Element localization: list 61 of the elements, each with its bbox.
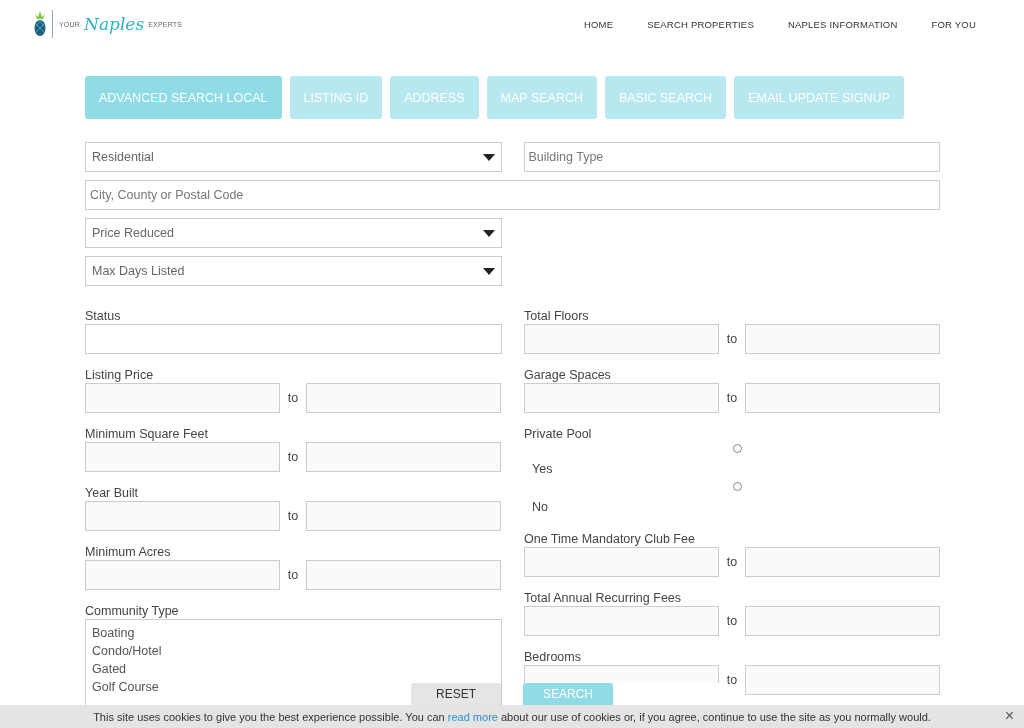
radio-label: No bbox=[532, 500, 548, 514]
list-option[interactable]: Gated bbox=[92, 662, 127, 676]
reset-button[interactable]: RESET bbox=[411, 683, 501, 705]
building-type-input[interactable]: Building Type bbox=[523, 142, 940, 172]
min-input[interactable] bbox=[524, 665, 719, 683]
field-label: Status bbox=[85, 308, 121, 324]
dropdown-caret-icon bbox=[482, 153, 495, 161]
nav-link[interactable]: HOME bbox=[583, 18, 614, 30]
min-input[interactable] bbox=[524, 547, 719, 577]
field-label: Minimum Square Feet bbox=[85, 426, 208, 442]
field-label: Listing Price bbox=[85, 367, 154, 383]
max-input[interactable] bbox=[745, 606, 940, 636]
min-input[interactable] bbox=[524, 606, 719, 636]
max-input[interactable] bbox=[745, 547, 940, 577]
min-input[interactable] bbox=[524, 324, 719, 354]
to-label: to bbox=[725, 614, 739, 628]
to-label: to bbox=[725, 332, 739, 346]
price-reduced-select[interactable]: Price Reduced bbox=[85, 218, 502, 248]
field-label: One Time Mandatory Club Fee bbox=[524, 531, 695, 547]
location-input[interactable]: City, County or Postal Code bbox=[85, 180, 940, 210]
to-label: to bbox=[286, 391, 300, 405]
min-input[interactable] bbox=[85, 442, 280, 472]
status-input[interactable] bbox=[85, 324, 502, 354]
min-input[interactable] bbox=[85, 560, 280, 590]
nav-link[interactable]: FOR YOU bbox=[931, 18, 976, 30]
dropdown-caret-icon bbox=[483, 267, 495, 275]
nav-link[interactable]: NAPLES INFORMATION bbox=[787, 18, 898, 30]
min-input[interactable] bbox=[85, 501, 280, 531]
field-label: Garage Spaces bbox=[524, 367, 611, 383]
list-option[interactable]: Boating bbox=[92, 626, 135, 640]
to-label: to bbox=[725, 673, 739, 687]
pineapple-icon bbox=[34, 11, 46, 37]
list-option[interactable]: Condo/Hotel bbox=[92, 644, 162, 658]
to-label: to bbox=[725, 555, 739, 569]
max-input[interactable] bbox=[306, 442, 501, 472]
max-days-select[interactable]: Max Days Listed bbox=[85, 256, 502, 286]
logo-script-text: Naples bbox=[84, 14, 145, 34]
to-label: to bbox=[286, 450, 300, 464]
field-label: Private Pool bbox=[524, 426, 592, 442]
radio-label: Yes bbox=[532, 462, 553, 476]
to-label: to bbox=[725, 391, 739, 405]
max-input[interactable] bbox=[745, 665, 940, 695]
max-input[interactable] bbox=[745, 324, 940, 354]
field-label: Total Annual Recurring Fees bbox=[524, 590, 682, 606]
field-label: Total Floors bbox=[524, 308, 589, 324]
to-label: to bbox=[286, 509, 300, 523]
nav-link[interactable]: SEARCH PROPERTIES bbox=[647, 18, 754, 30]
max-input[interactable] bbox=[306, 501, 501, 531]
to-label: to bbox=[286, 568, 300, 582]
field-label: Year Built bbox=[85, 485, 139, 501]
list-option[interactable]: Golf Course bbox=[92, 680, 159, 694]
field-label: Minimum Acres bbox=[85, 544, 171, 560]
max-input[interactable] bbox=[306, 560, 501, 590]
dropdown-caret-icon bbox=[483, 229, 495, 237]
min-input[interactable] bbox=[85, 383, 280, 413]
max-input[interactable] bbox=[306, 383, 501, 413]
min-input[interactable] bbox=[524, 383, 719, 413]
field-label: Bedrooms bbox=[524, 649, 581, 665]
property-type-select[interactable]: Residential bbox=[85, 142, 502, 172]
max-input[interactable] bbox=[745, 383, 940, 413]
field-label: Community Type bbox=[85, 603, 179, 619]
